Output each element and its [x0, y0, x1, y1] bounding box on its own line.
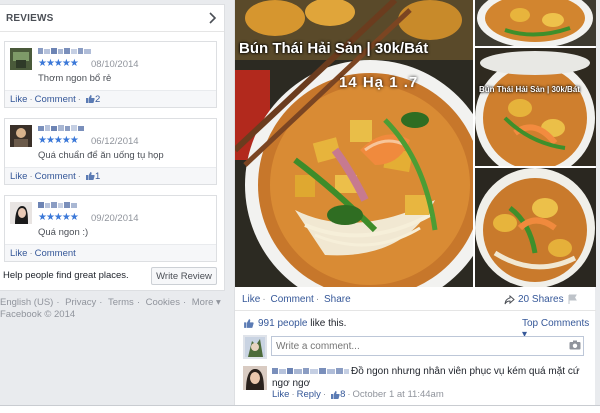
- review-actions: Like · Comment · 2: [5, 90, 216, 107]
- likes-suffix: like this.: [310, 318, 347, 329]
- comment-like-value: 8: [340, 389, 346, 400]
- review-date: 09/20/2014: [91, 213, 139, 224]
- footer-terms[interactable]: Terms: [108, 297, 134, 308]
- reviews-header[interactable]: REVIEWS: [0, 5, 224, 32]
- avatar[interactable]: [10, 125, 32, 147]
- footer-language[interactable]: English (US): [0, 297, 53, 308]
- like-count-value: 1: [94, 170, 101, 182]
- share-link[interactable]: Share: [324, 294, 351, 305]
- review-item: ★★★★★ 08/10/2014 Thơm ngon bổ rẻ Like · C…: [4, 41, 217, 108]
- avatar[interactable]: [10, 202, 32, 224]
- review-date: 08/10/2014: [91, 59, 139, 70]
- comment-link[interactable]: Comment: [270, 294, 313, 305]
- reviewer-name-blurred[interactable]: [38, 201, 92, 209]
- thumbs-up-icon: [85, 172, 95, 180]
- write-review-button[interactable]: Write Review: [151, 267, 217, 285]
- like-link[interactable]: Like: [272, 389, 289, 400]
- footer-sep: ·: [99, 297, 103, 308]
- review-text: Thơm ngon bổ rẻ: [38, 73, 112, 84]
- food-thumb-image: [475, 0, 596, 46]
- like-link[interactable]: Like: [10, 248, 27, 259]
- food-thumb-image: [475, 48, 596, 166]
- like-link[interactable]: Like: [10, 94, 27, 105]
- food-thumb-image: [475, 168, 596, 287]
- share-icon: [504, 294, 515, 304]
- avatar[interactable]: [243, 335, 267, 359]
- like-count[interactable]: 1: [85, 171, 100, 182]
- comment-text: Đồ ngon nhưng nhân viên phục vụ kém quá …: [272, 366, 580, 389]
- comment-actions: Like · Reply · 8 · October 1 at 11:44am: [272, 389, 444, 400]
- post-photo-thumb[interactable]: [475, 168, 596, 287]
- comment-like-count[interactable]: 8: [330, 389, 345, 400]
- thumbs-up-icon: [85, 95, 95, 103]
- comment-input[interactable]: [271, 336, 584, 356]
- review-actions: Like · Comment: [5, 244, 216, 261]
- footer-copyright: Facebook © 2014: [0, 309, 76, 320]
- post-photo-thumb[interactable]: [475, 0, 596, 46]
- shares-count[interactable]: 20 Shares: [504, 294, 564, 305]
- footer-sep: ·: [136, 297, 140, 308]
- footer-links: English (US) · Privacy · Terms · Cookies · M…: [0, 297, 226, 309]
- review-text: Quá ngon :): [38, 227, 89, 238]
- likes-count[interactable]: 991 people: [258, 318, 308, 329]
- reviews-card: REVIEWS ★★★★★ 08/10/2014 Thơm ngon bổ rẻ…: [0, 4, 225, 291]
- thumbs-up-icon: [244, 319, 254, 328]
- avatar[interactable]: [243, 366, 267, 390]
- rating-stars: ★★★★★: [38, 212, 79, 223]
- thumbs-up-icon: [331, 390, 340, 399]
- like-link[interactable]: Like: [242, 294, 260, 305]
- photo-overlay-date: 14 Hạ 1 .7: [339, 74, 419, 91]
- likes-row: 991 people like this.: [243, 318, 346, 329]
- review-item: ★★★★★ 06/12/2014 Quá chuẩn để ăn uống tụ…: [4, 118, 217, 185]
- footer-more[interactable]: More ▾: [192, 297, 221, 308]
- post: Bún Thái Hải Sản | 30k/Bát 14 Hạ 1 .7 Bú…: [234, 0, 596, 413]
- shares-label: 20 Shares: [518, 294, 564, 305]
- post-photo-main[interactable]: Bún Thái Hải Sản | 30k/Bát 14 Hạ 1 .7: [235, 0, 473, 287]
- facebook-page: REVIEWS ★★★★★ 08/10/2014 Thơm ngon bổ rẻ…: [0, 0, 600, 413]
- help-text: Help people find great places.: [3, 270, 129, 281]
- like-link[interactable]: Like: [10, 171, 27, 182]
- like-count[interactable]: 2: [85, 94, 100, 105]
- comment-link[interactable]: Comment: [35, 248, 76, 259]
- comment-timestamp[interactable]: October 1 at 11:44am: [353, 389, 444, 400]
- rating-stars: ★★★★★: [38, 135, 79, 146]
- photo-overlay-title: Bún Thái Hải Sản | 30k/Bát: [239, 40, 429, 57]
- avatar[interactable]: [10, 48, 32, 70]
- reviewer-name-blurred[interactable]: [38, 47, 92, 55]
- footer-sep: ·: [182, 297, 187, 308]
- review-text: Quá chuẩn để ăn uống tụ họp: [38, 150, 164, 161]
- review-actions: Like · Comment · 1: [5, 167, 216, 184]
- post-photo-thumb[interactable]: Bún Thái Hải Sản | 30k/Bát: [475, 48, 596, 166]
- bottom-bar: [0, 405, 600, 413]
- footer: English (US) · Privacy · Terms · Cookies · M…: [0, 297, 226, 321]
- flag-icon[interactable]: [568, 294, 578, 305]
- comment-link[interactable]: Comment: [35, 94, 76, 105]
- divider: [235, 310, 596, 311]
- chevron-right-icon[interactable]: [207, 12, 217, 24]
- rating-stars: ★★★★★: [38, 58, 79, 69]
- reviews-title: REVIEWS: [6, 12, 54, 24]
- review-item: ★★★★★ 09/20/2014 Quá ngon :) Like · Comme…: [4, 195, 217, 262]
- camera-icon[interactable]: [569, 340, 581, 350]
- review-date: 06/12/2014: [91, 136, 139, 147]
- post-actions: Like · Comment · Share: [242, 294, 351, 305]
- footer-cookies[interactable]: Cookies: [146, 297, 180, 308]
- comment-link[interactable]: Comment: [35, 171, 76, 182]
- thumb-overlay-title: Bún Thái Hải Sản | 30k/Bát: [479, 85, 580, 94]
- like-count-value: 2: [94, 93, 101, 105]
- footer-privacy[interactable]: Privacy: [65, 297, 96, 308]
- reviewer-name-blurred[interactable]: [38, 124, 92, 132]
- left-column: REVIEWS ★★★★★ 08/10/2014 Thơm ngon bổ rẻ…: [0, 0, 226, 413]
- footer-sep: ·: [56, 297, 60, 308]
- reply-link[interactable]: Reply: [297, 389, 321, 400]
